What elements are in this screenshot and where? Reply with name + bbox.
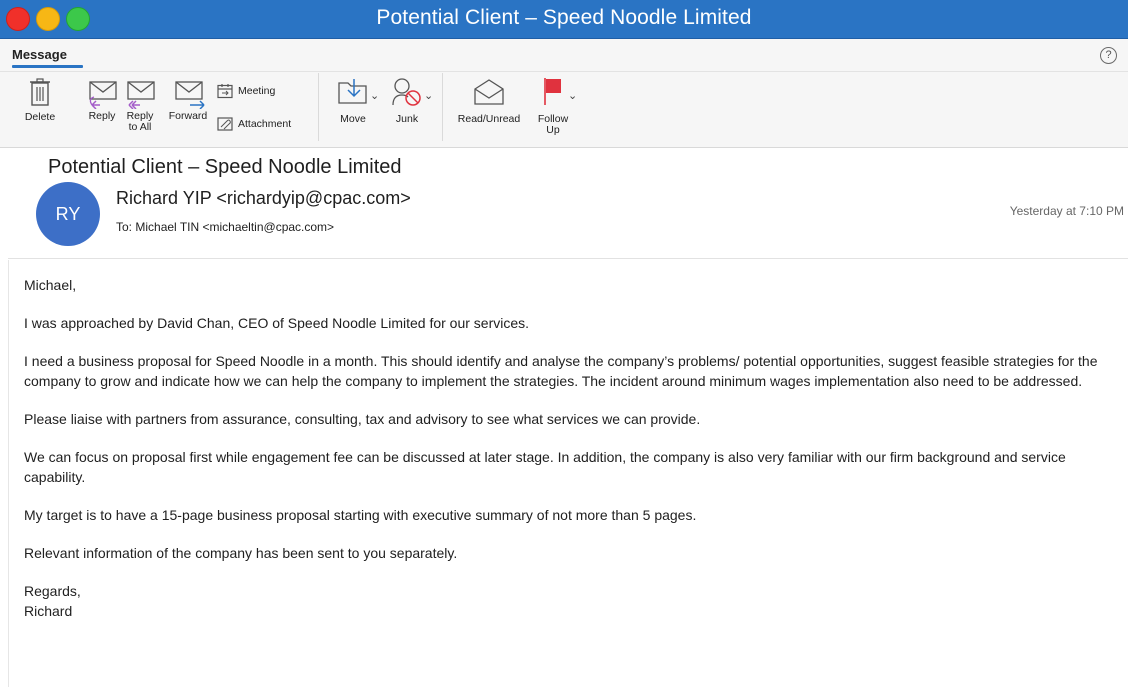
move-chevron-down-icon[interactable]: ⌄ xyxy=(370,89,379,102)
meeting-label: Meeting xyxy=(238,85,276,97)
forward-button[interactable]: Forward xyxy=(164,79,212,122)
junk-chevron-down-icon[interactable]: ⌄ xyxy=(424,89,433,102)
follow-up-chevron-down-icon[interactable]: ⌄ xyxy=(568,89,577,102)
read-unread-button[interactable]: Read/Unread xyxy=(452,77,526,125)
meeting-button[interactable]: Meeting xyxy=(217,83,275,99)
forward-label: Forward xyxy=(168,110,208,122)
window-title: Potential Client – Speed Noodle Limited xyxy=(376,6,752,29)
message-body: Michael, I was approached by David Chan,… xyxy=(24,275,1124,621)
header-divider xyxy=(8,258,1128,259)
to-label: To: xyxy=(116,220,133,234)
body-paragraph: I need a business proposal for Speed Noo… xyxy=(24,353,1098,389)
tab-active-indicator xyxy=(12,65,83,68)
closing: Regards, xyxy=(24,583,81,599)
junk-icon xyxy=(392,78,421,106)
attachment-button[interactable]: Attachment xyxy=(217,117,291,131)
body-paragraph: I was approached by David Chan, CEO of S… xyxy=(24,315,530,331)
sender[interactable]: Richard YIP <richardyip@cpac.com> xyxy=(116,188,411,209)
flag-icon xyxy=(544,78,561,105)
ribbon-separator xyxy=(442,73,443,141)
reply-all-label-2: to All xyxy=(128,121,152,133)
ribbon-separator xyxy=(318,73,319,141)
envelope-open-icon xyxy=(474,79,504,105)
pane-edge xyxy=(8,260,9,687)
greeting: Michael, xyxy=(24,277,77,293)
move-label: Move xyxy=(340,113,366,125)
signature: Richard xyxy=(24,603,73,619)
ribbon-divider xyxy=(0,71,1128,72)
ribbon-toolbar: Message ? Delete Reply Reply to All Forw… xyxy=(0,39,1128,148)
reply-all-icon xyxy=(127,81,155,109)
delete-label: Delete xyxy=(24,111,56,123)
message-subject: Potential Client – Speed Noodle Limited xyxy=(48,156,402,178)
forward-icon xyxy=(175,81,205,109)
move-icon xyxy=(338,79,367,104)
reply-button[interactable]: Reply xyxy=(84,79,120,122)
message-header: Potential Client – Speed Noodle Limited … xyxy=(0,148,1128,260)
tab-message[interactable]: Message xyxy=(12,47,67,62)
timestamp: Yesterday at 7:10 PM xyxy=(1009,204,1124,218)
recipients-line: To: Michael TIN <michaeltin@cpac.com> xyxy=(116,220,334,234)
body-paragraph: We can focus on proposal first while eng… xyxy=(24,449,1066,485)
reply-all-button[interactable]: Reply to All xyxy=(122,79,158,133)
trash-icon xyxy=(30,78,50,106)
help-icon[interactable]: ? xyxy=(1100,47,1117,64)
recipient[interactable]: Michael TIN <michaeltin@cpac.com> xyxy=(135,220,334,234)
body-paragraph: Please liaise with partners from assuran… xyxy=(24,411,701,427)
body-paragraph: My target is to have a 15-page business … xyxy=(24,507,697,523)
junk-label: Junk xyxy=(395,113,419,125)
body-paragraph: Relevant information of the company has … xyxy=(24,545,458,561)
read-unread-label: Read/Unread xyxy=(457,113,521,125)
delete-button[interactable]: Delete xyxy=(20,77,60,123)
reply-icon xyxy=(89,81,117,109)
follow-up-label-2: Up xyxy=(546,124,560,136)
avatar[interactable]: RY xyxy=(36,182,100,246)
calendar-icon xyxy=(217,84,233,99)
reply-label: Reply xyxy=(88,110,116,122)
paperclip-icon xyxy=(217,117,233,131)
follow-up-button[interactable]: Follow Up xyxy=(532,75,574,136)
title-bar: Potential Client – Speed Noodle Limited xyxy=(0,0,1128,39)
attachment-label: Attachment xyxy=(238,118,292,130)
